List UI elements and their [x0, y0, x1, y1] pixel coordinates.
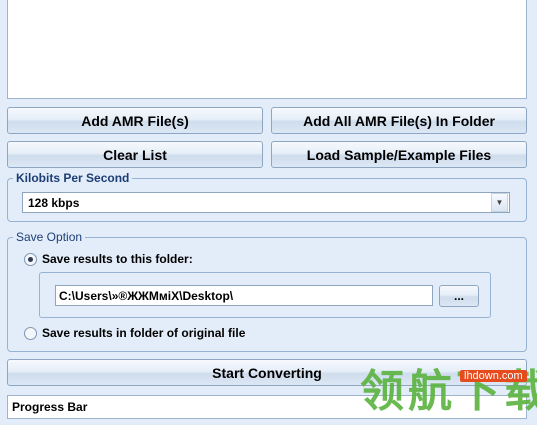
kbps-selected-value: 128 kbps	[28, 195, 80, 210]
output-folder-input[interactable]: C:\Users\»®ЖЖМміХ\Desktop\	[55, 285, 433, 306]
kbps-select[interactable]: 128 kbps ▼	[22, 192, 510, 213]
save-to-folder-radio[interactable]	[24, 252, 37, 266]
save-original-label: Save results in folder of original file	[42, 326, 246, 340]
file-list[interactable]	[7, 0, 527, 99]
add-folder-button[interactable]: Add All AMR File(s) In Folder	[271, 107, 527, 134]
save-to-folder-label: Save results to this folder:	[42, 252, 193, 266]
chevron-down-icon[interactable]: ▼	[491, 193, 508, 212]
clear-list-button[interactable]: Clear List	[7, 141, 263, 168]
save-original-radio[interactable]	[24, 326, 37, 340]
browse-button[interactable]: ...	[439, 285, 479, 307]
save-original-option[interactable]: Save results in folder of original file	[24, 326, 245, 340]
save-to-folder-option[interactable]: Save results to this folder:	[24, 252, 193, 266]
load-sample-button[interactable]: Load Sample/Example Files	[271, 141, 527, 168]
progress-label: Progress Bar	[12, 400, 88, 414]
kbps-legend: Kilobits Per Second	[16, 171, 130, 185]
add-amr-files-button[interactable]: Add AMR File(s)	[7, 107, 263, 134]
watermark-url: lhdown.com	[460, 370, 527, 382]
save-option-legend: Save Option	[16, 230, 83, 244]
